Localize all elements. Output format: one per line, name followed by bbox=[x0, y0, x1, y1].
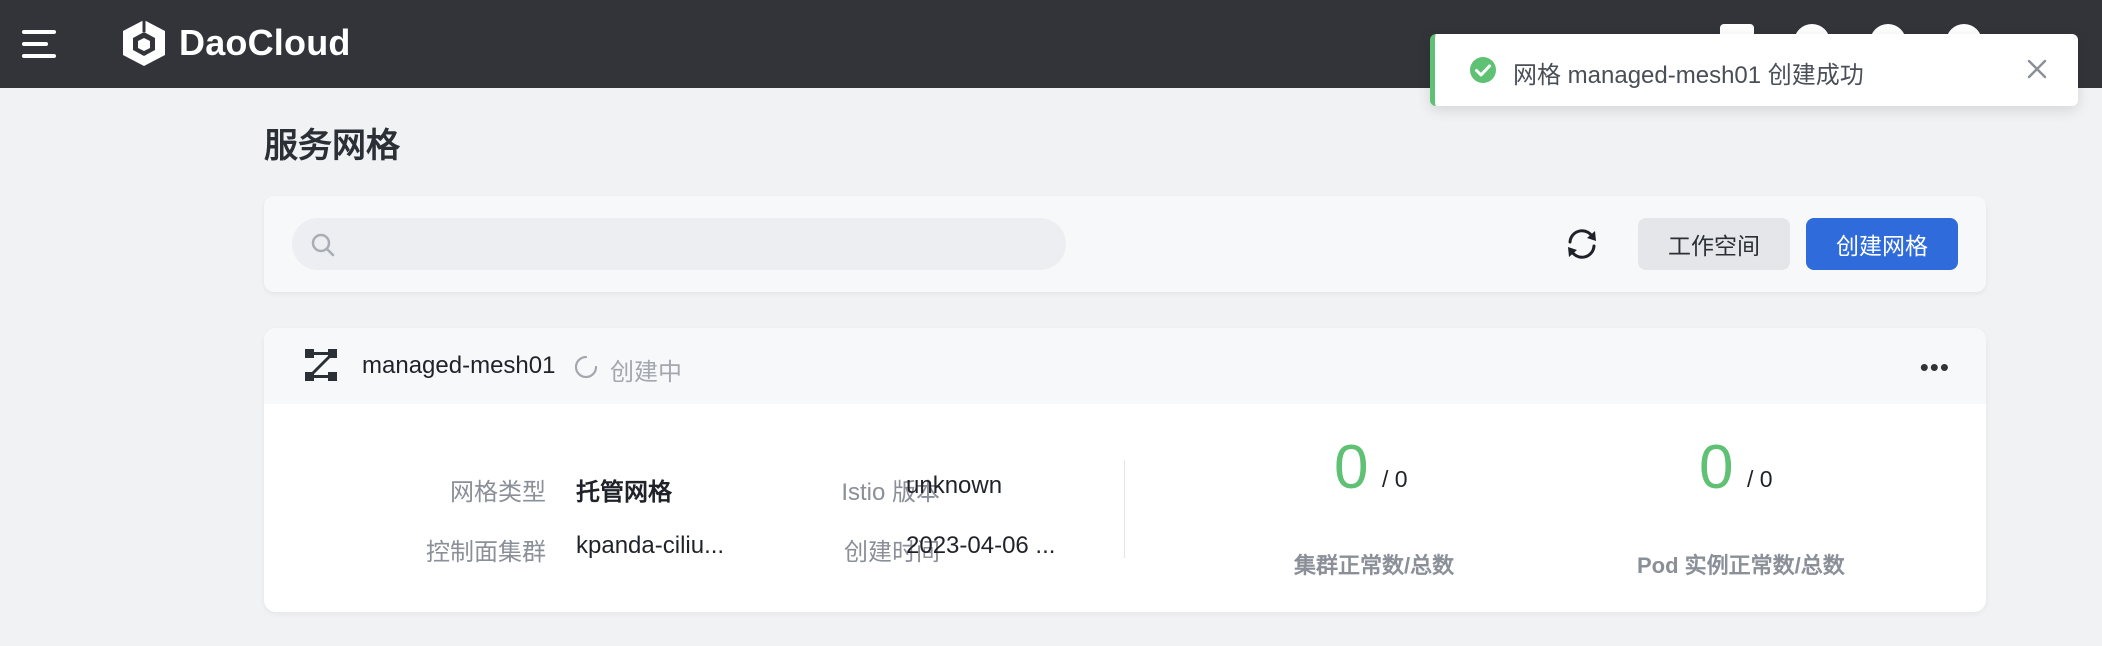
mesh-type-value: 托管网格 bbox=[576, 479, 672, 506]
close-icon[interactable] bbox=[2024, 56, 2050, 82]
mesh-name[interactable]: managed-mesh01 bbox=[362, 352, 555, 380]
divider bbox=[1124, 460, 1125, 558]
brand-logo[interactable]: DaoCloud bbox=[119, 18, 351, 68]
pod-total-count: / 0 bbox=[1747, 466, 1773, 492]
pod-healthy-count: 0 bbox=[1699, 433, 1734, 502]
cluster-stat-label: 集群正常数/总数 bbox=[1294, 553, 1455, 578]
workspace-button[interactable]: 工作空间 bbox=[1638, 218, 1790, 270]
menu-icon[interactable] bbox=[22, 30, 58, 58]
cluster-total-count: / 0 bbox=[1382, 466, 1408, 492]
toast-message: 网格 managed-mesh01 创建成功 bbox=[1513, 62, 1864, 89]
control-cluster-label: 控制面集群 bbox=[426, 539, 546, 566]
page-title: 服务网格 bbox=[264, 127, 400, 165]
loading-spinner-icon bbox=[574, 355, 598, 379]
mesh-type-label: 网格类型 bbox=[450, 479, 546, 506]
mesh-icon bbox=[305, 349, 337, 381]
refresh-icon[interactable] bbox=[1562, 224, 1602, 264]
more-icon[interactable]: ••• bbox=[1920, 352, 1950, 383]
control-cluster-value: kpanda-ciliu... bbox=[576, 532, 725, 559]
toolbar: 工作空间 创建网格 bbox=[264, 196, 1986, 292]
logo-cube-icon bbox=[123, 20, 165, 66]
brand-name: DaoCloud bbox=[179, 22, 351, 63]
pod-stat-label: Pod 实例正常数/总数 bbox=[1637, 553, 1845, 578]
search-icon bbox=[311, 233, 335, 257]
mesh-status: 创建中 bbox=[610, 359, 682, 386]
check-circle-icon bbox=[1470, 57, 1496, 83]
cluster-healthy-count: 0 bbox=[1334, 433, 1369, 502]
istio-version-value: unknown bbox=[906, 472, 1003, 499]
mesh-card-header: managed-mesh01 创建中 ••• bbox=[264, 328, 1986, 404]
create-mesh-button[interactable]: 创建网格 bbox=[1806, 218, 1958, 270]
created-time-value: 2023-04-06 ... bbox=[906, 532, 1056, 559]
search-input[interactable] bbox=[292, 218, 1066, 270]
mesh-card[interactable]: managed-mesh01 创建中 ••• 网格类型 托管网格 控制面集群 k… bbox=[264, 328, 1986, 612]
success-toast: 网格 managed-mesh01 创建成功 bbox=[1430, 34, 2078, 106]
